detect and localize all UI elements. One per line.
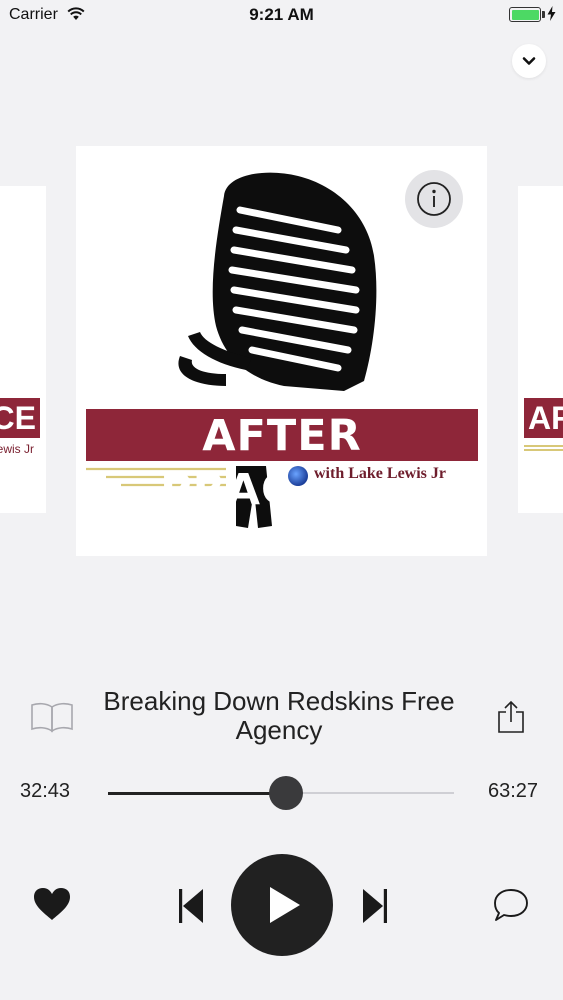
- info-button[interactable]: [405, 170, 463, 228]
- comment-icon[interactable]: [492, 887, 530, 923]
- podcast-artwork[interactable]: AFTER PRACTICE with Lake Lewis Jr: [76, 146, 487, 556]
- status-time: 9:21 AM: [249, 5, 314, 24]
- side-artwork-subtitle: ewis Jr: [0, 442, 34, 456]
- globe-icon: [288, 466, 308, 486]
- chevron-down-icon: [522, 57, 536, 65]
- skip-back-icon[interactable]: [177, 887, 205, 925]
- artwork-subtitle: with Lake Lewis Jr: [314, 465, 446, 482]
- episode-title: Breaking Down Redskins Free Agency: [103, 686, 455, 745]
- skip-forward-icon[interactable]: [361, 887, 389, 925]
- book-icon[interactable]: [30, 701, 74, 733]
- next-episode-artwork[interactable]: AF: [518, 186, 563, 513]
- progress-slider[interactable]: [108, 776, 454, 810]
- share-icon[interactable]: [497, 700, 525, 734]
- play-button[interactable]: [231, 854, 333, 956]
- side-artwork-lines: [524, 445, 563, 451]
- artwork-title: AFTER PRACTICE: [160, 411, 404, 515]
- elapsed-time: 32:43: [20, 780, 71, 802]
- battery-icon: [509, 7, 541, 22]
- info-icon: [417, 182, 451, 216]
- collapse-player-button[interactable]: [512, 44, 546, 78]
- heart-icon[interactable]: [32, 886, 72, 922]
- status-bar: Carrier 9:21 AM: [0, 0, 563, 30]
- previous-episode-artwork[interactable]: CE ewis Jr: [0, 186, 46, 513]
- play-icon: [270, 887, 300, 923]
- total-time: 63:27: [488, 780, 539, 802]
- progress-thumb[interactable]: [269, 776, 304, 810]
- side-artwork-banner: AF: [524, 398, 563, 438]
- charging-icon: [547, 6, 556, 21]
- battery-nub: [542, 11, 545, 18]
- progress-fill: [108, 791, 287, 795]
- side-artwork-banner: CE: [0, 398, 40, 438]
